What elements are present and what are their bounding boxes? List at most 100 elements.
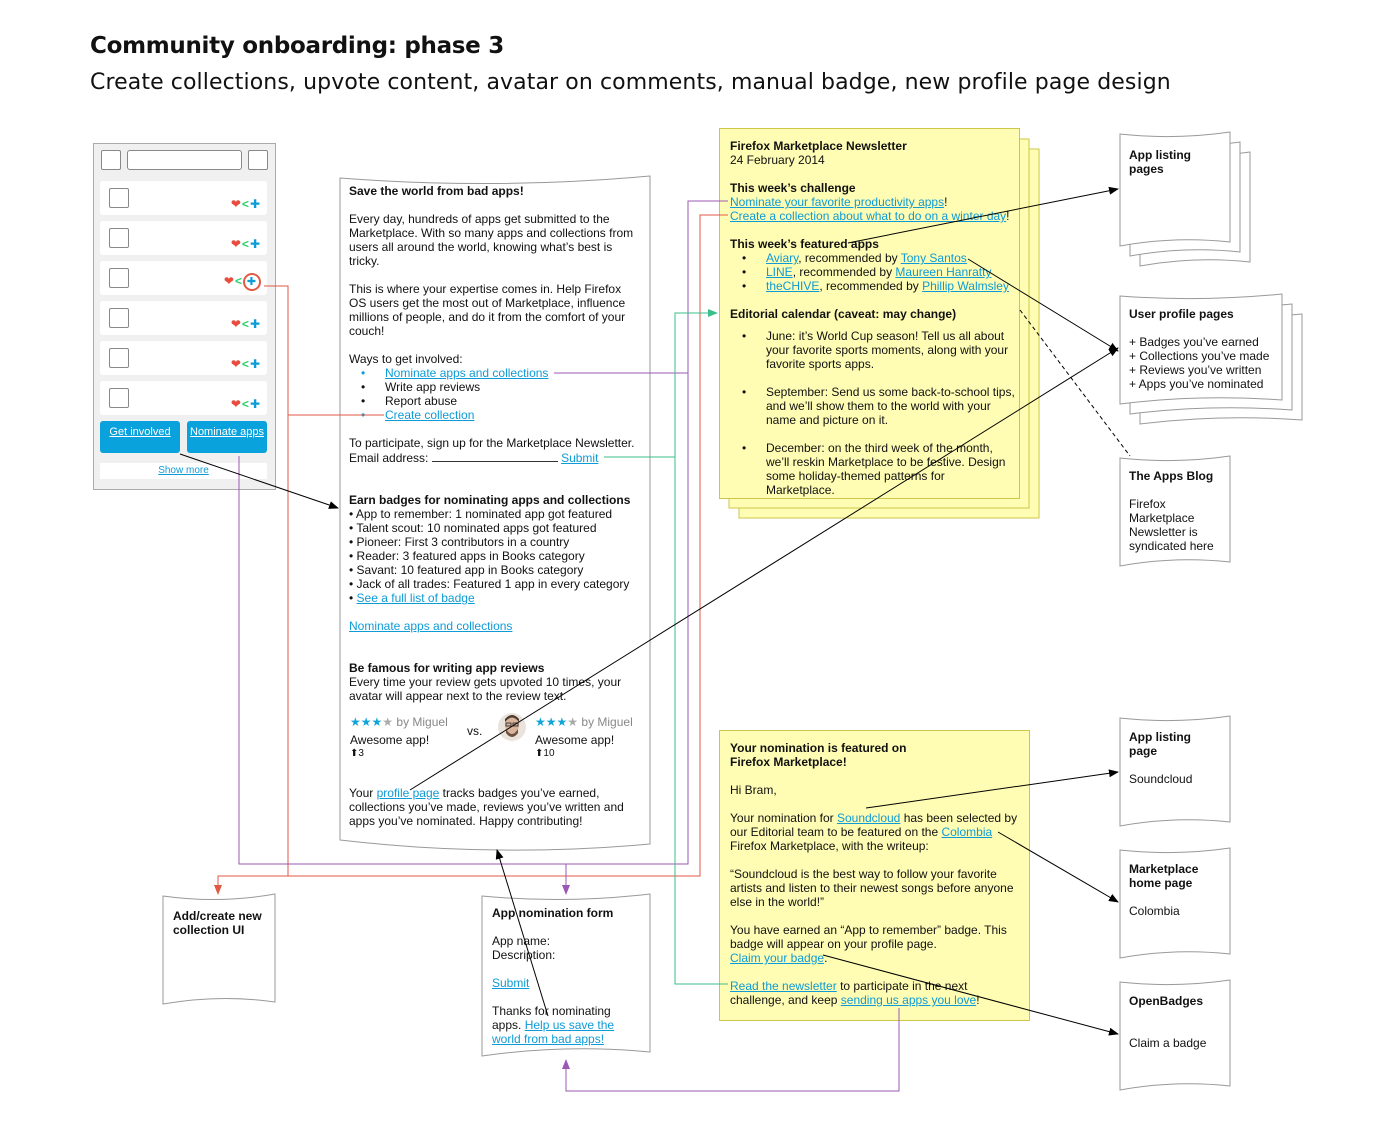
- profile-item: + Badges you’ve earned: [1129, 335, 1259, 349]
- get-involved-button[interactable]: Get involved: [100, 421, 180, 453]
- featured-item: Aviary, recommended by Tony Santos: [742, 251, 1014, 265]
- app-listing-pages-label: App listing pages: [1129, 148, 1191, 176]
- add-icon[interactable]: ✚: [250, 357, 261, 371]
- featured-email: Your nomination is featured on Firefox M…: [719, 730, 1030, 1021]
- menu-placeholder[interactable]: [101, 150, 121, 170]
- heart-icon[interactable]: ❤: [231, 357, 242, 371]
- settings-placeholder[interactable]: [248, 150, 268, 170]
- review-without-avatar: ★★★★ by Miguel Awesome app! ⬆3: [350, 715, 470, 761]
- nominate-apps-button[interactable]: Nominate apps: [187, 421, 267, 453]
- write-reviews-item: Write app reviews: [361, 380, 641, 394]
- openbadges-heading: OpenBadges: [1129, 994, 1204, 1008]
- user-profile-doc: User profile pages + Badges you’ve earne…: [1129, 307, 1279, 391]
- star-rating-icon: ★★★★: [535, 715, 579, 729]
- add-icon[interactable]: ✚: [250, 237, 261, 251]
- heart-icon[interactable]: ❤: [231, 317, 242, 331]
- soundcloud-link[interactable]: Soundcloud: [837, 811, 900, 825]
- landing-heading: Save the world from bad apps!: [349, 184, 524, 198]
- famous-heading: Be famous for writing app reviews: [349, 661, 545, 675]
- challenge-link-productivity[interactable]: Nominate your favorite productivity apps: [730, 195, 944, 209]
- share-icon[interactable]: <: [242, 317, 250, 331]
- heart-icon[interactable]: ❤: [231, 237, 242, 251]
- review-text: Awesome app!: [535, 733, 615, 747]
- app-icon: [109, 348, 129, 368]
- list-item[interactable]: ❤<✚: [100, 221, 267, 255]
- upvote-count[interactable]: ⬆10: [535, 747, 655, 761]
- share-icon[interactable]: <: [242, 357, 250, 371]
- calendar-item: December: on the third week of the month…: [742, 441, 1016, 497]
- collection-ui-heading: Add/create new collection UI: [173, 909, 262, 937]
- create-collection-link[interactable]: Create collection: [361, 408, 641, 422]
- avatar: [497, 711, 527, 743]
- share-icon[interactable]: <: [242, 197, 250, 211]
- share-icon[interactable]: <: [242, 237, 250, 251]
- send-apps-link[interactable]: sending us apps you love: [841, 993, 976, 1007]
- add-icon[interactable]: ✚: [250, 197, 261, 211]
- show-more-link[interactable]: Show more: [100, 463, 267, 479]
- add-icon[interactable]: ✚: [250, 397, 261, 411]
- form-submit-link[interactable]: Submit: [492, 976, 642, 990]
- list-item[interactable]: ❤<✚: [100, 341, 267, 375]
- list-item[interactable]: ❤<✚: [100, 301, 267, 335]
- newsletter-date: 24 February 2014: [730, 153, 825, 167]
- email-field[interactable]: [431, 450, 558, 462]
- landing-intro: Every day, hundreds of apps get submitte…: [349, 212, 634, 268]
- heart-icon[interactable]: ❤: [224, 274, 235, 288]
- badge-item: • Pioneer: First 3 contributors in a cou…: [349, 535, 570, 549]
- claim-badge-link[interactable]: Claim your badge: [730, 951, 824, 965]
- profile-page-link[interactable]: profile page: [377, 786, 440, 800]
- badge-item: • Talent scout: 10 nominated apps got fe…: [349, 521, 597, 535]
- newsletter-title: Firefox Marketplace Newsletter: [730, 139, 907, 153]
- badge-item: • Jack of all trades: Featured 1 app in …: [349, 577, 630, 591]
- calendar-item: September: Send us some back-to-school t…: [742, 385, 1016, 427]
- get-involved-label: Get involved: [109, 426, 171, 438]
- share-icon[interactable]: <: [242, 397, 250, 411]
- submit-link[interactable]: Submit: [561, 451, 598, 465]
- featured-heading: This week’s featured apps: [730, 237, 879, 251]
- upvote-count[interactable]: ⬆3: [350, 747, 470, 761]
- marketplace-home-value: Colombia: [1129, 904, 1180, 918]
- marketplace-home-doc: Marketplace home page Colombia: [1129, 862, 1221, 918]
- add-icon[interactable]: ✚: [250, 317, 261, 331]
- review-author: by Miguel: [396, 715, 448, 729]
- add-icon[interactable]: ✚: [243, 273, 261, 291]
- app-name-field[interactable]: App name:: [492, 934, 642, 948]
- famous-text: Every time your review gets upvoted 10 t…: [349, 675, 622, 703]
- app-icon: [109, 228, 129, 248]
- nominate-apps-link-2[interactable]: Nominate apps and collections: [349, 619, 641, 633]
- colombia-link[interactable]: Colombia: [941, 825, 992, 839]
- share-icon[interactable]: <: [235, 274, 243, 288]
- nominate-apps-link[interactable]: Nominate apps and collections: [361, 366, 641, 380]
- profile-item: + Collections you’ve made: [1129, 349, 1270, 363]
- calendar-item: June: it’s World Cup season! Tell us all…: [742, 329, 1016, 371]
- profile-item: + Reviews you’ve written: [1129, 363, 1262, 377]
- apps-blog-text: Firefox Marketplace Newsletter is syndic…: [1129, 497, 1214, 553]
- full-badge-list-link[interactable]: See a full list of badge: [357, 591, 475, 605]
- badges-heading: Earn badges for nominating apps and coll…: [349, 493, 631, 507]
- heart-icon[interactable]: ❤: [231, 397, 242, 411]
- search-input[interactable]: [127, 150, 242, 170]
- user-profile-heading: User profile pages: [1129, 307, 1234, 321]
- list-item[interactable]: ❤<✚: [100, 181, 267, 215]
- badge-list-item: • See a full list of badge: [349, 591, 475, 605]
- form-thanks: Thanks for nominating apps. Help us save…: [492, 1004, 615, 1046]
- challenge-link-winter[interactable]: Create a collection about what to do on …: [730, 209, 1006, 223]
- heart-icon[interactable]: ❤: [231, 197, 242, 211]
- read-newsletter-link[interactable]: Read the newsletter: [730, 979, 837, 993]
- app-icon: [109, 188, 129, 208]
- profile-paragraph: Your profile page tracks badges you’ve e…: [349, 786, 624, 828]
- list-item[interactable]: ❤<✚: [100, 261, 267, 295]
- profile-item: + Apps you’ve nominated: [1129, 377, 1264, 391]
- star-rating-icon: ★★★★: [350, 715, 394, 729]
- review-with-avatar: ★★★★ by Miguel Awesome app! ⬆10: [535, 715, 655, 761]
- description-field[interactable]: Description:: [492, 948, 642, 962]
- landing-expertise: This is where your expertise comes in. H…: [349, 282, 626, 338]
- challenge-heading: This week’s challenge: [730, 181, 856, 195]
- nominate-apps-label: Nominate apps: [190, 426, 264, 438]
- ways-label: Ways to get involved:: [349, 352, 463, 366]
- report-abuse-item: Report abuse: [361, 394, 641, 408]
- email-paragraph: Your nomination for Soundcloud has been …: [730, 811, 1018, 853]
- email-footer: Read the newsletter to participate in th…: [730, 979, 980, 1007]
- phone-mockup: ❤<✚ ❤<✚ ❤< ✚ ❤<✚ ❤<✚ ❤<✚ Get involved Nom…: [93, 143, 276, 490]
- list-item[interactable]: ❤<✚: [100, 381, 267, 415]
